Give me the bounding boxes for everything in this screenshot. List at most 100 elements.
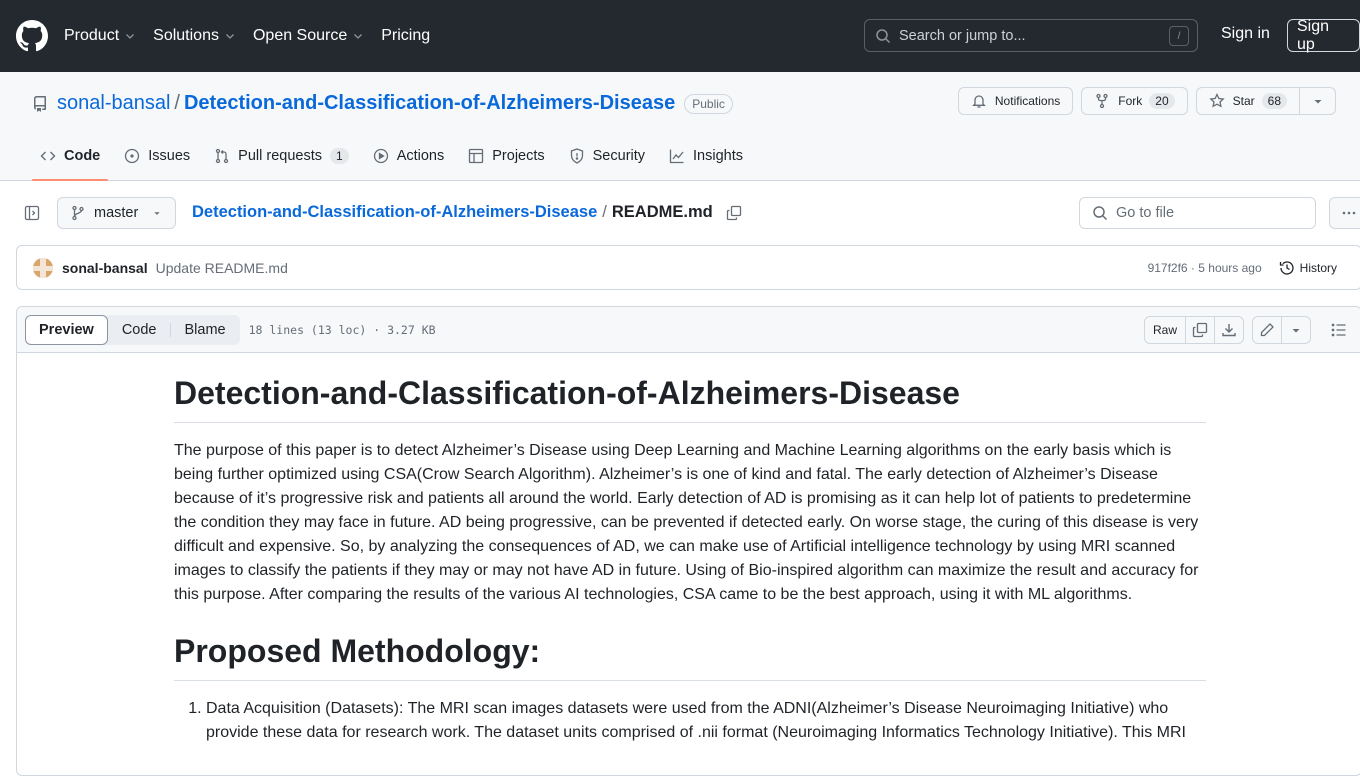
issue-icon (125, 148, 140, 164)
search-shortcut-key: / (1169, 26, 1189, 46)
nav-pricing[interactable]: Pricing (381, 27, 430, 45)
repo-tabs: Code Issues Pull requests 1 Actions Proj… (32, 132, 759, 181)
star-dropdown-button[interactable] (1300, 87, 1336, 115)
play-icon (373, 148, 388, 164)
triangle-down-icon (154, 212, 160, 215)
tab-projects[interactable]: Projects (460, 132, 552, 180)
file-navigation: master Detection-and-Classification-of-A… (0, 181, 1360, 243)
readme-title: Detection-and-Classification-of-Alzheime… (174, 373, 1206, 423)
nav-label: Pricing (381, 27, 431, 44)
table-icon (469, 148, 484, 164)
nav-label: Open Source (252, 27, 348, 44)
fork-count: 20 (1149, 93, 1175, 109)
tab-label: Actions (396, 148, 445, 164)
global-search-input[interactable]: Search or jump to... / (864, 19, 1198, 52)
tab-code[interactable]: Code (32, 132, 109, 181)
sign-up-button[interactable]: Sign up (1287, 18, 1360, 53)
star-count: 68 (1261, 93, 1287, 109)
repo-owner-link[interactable]: sonal-bansal (57, 92, 170, 115)
repo-actions: Notifications Fork 20 Star 68 (950, 87, 1336, 115)
global-header: Product Solutions Open Source Pricing Se… (0, 0, 1360, 72)
go-to-file-input[interactable]: Go to file (1079, 197, 1316, 229)
tab-label: Code (64, 148, 101, 164)
history-icon (1279, 260, 1294, 275)
tab-label: Pull requests (238, 148, 322, 164)
tab-label: Projects (492, 148, 545, 164)
tab-label: Security (592, 148, 646, 164)
readme-content: Detection-and-Classification-of-Alzheime… (174, 373, 1206, 745)
breadcrumb: Detection-and-Classification-of-Alzheime… (192, 203, 742, 222)
code-icon (40, 151, 56, 161)
search-placeholder: Search or jump to... (899, 27, 1026, 44)
fork-button[interactable]: Fork 20 (1081, 87, 1188, 115)
star-label: Star (1232, 94, 1255, 108)
pencil-icon (1260, 323, 1274, 337)
commit-author-link[interactable]: sonal-bansal (62, 260, 148, 276)
go-to-file-placeholder: Go to file (1116, 205, 1175, 221)
fork-icon (1096, 93, 1108, 109)
edit-actions-group (1252, 316, 1311, 344)
tab-label: Issues (148, 148, 191, 164)
visibility-badge: Public (684, 93, 733, 114)
sign-in-link[interactable]: Sign in (1221, 25, 1270, 43)
nav-solutions[interactable]: Solutions (153, 27, 236, 45)
download-button[interactable] (1215, 317, 1243, 343)
tab-preview[interactable]: Preview (25, 314, 108, 345)
file-info: 18 lines (13 loc) · 3.27 KB (248, 322, 436, 337)
nav-open-source[interactable]: Open Source (253, 27, 364, 45)
fork-label: Fork (1118, 94, 1143, 108)
breadcrumb-repo-link[interactable]: Detection-and-Classification-of-Alzheime… (192, 203, 597, 222)
nav-label: Product (64, 27, 120, 44)
raw-button[interactable]: Raw (1145, 317, 1186, 343)
tab-label: Insights (693, 148, 744, 164)
list-item: Data Acquisition (Datasets): The MRI sca… (206, 697, 1206, 745)
tab-pull-requests[interactable]: Pull requests 1 (206, 132, 357, 180)
kebab-horizontal-icon (1342, 211, 1356, 215)
more-options-button[interactable] (1329, 197, 1360, 229)
repo-icon (34, 95, 46, 112)
github-logo-icon[interactable] (16, 20, 48, 52)
repo-title: sonal-bansal / Detection-and-Classificat… (32, 92, 733, 115)
nav-product[interactable]: Product (64, 27, 136, 45)
list-unordered-icon (1331, 323, 1346, 337)
copy-icon[interactable] (726, 205, 742, 221)
repo-header: sonal-bansal / Detection-and-Classificat… (0, 72, 1360, 181)
tab-insights[interactable]: Insights (661, 132, 751, 180)
tab-actions[interactable]: Actions (365, 132, 453, 180)
notifications-label: Notifications (994, 94, 1061, 108)
history-button[interactable]: History (1279, 260, 1337, 276)
latest-commit-bar: sonal-bansal Update README.md 917f2f6 · … (16, 245, 1360, 290)
chevron-down-icon (226, 34, 234, 39)
branch-name: master (94, 205, 139, 221)
commit-hash-time[interactable]: 917f2f6 · 5 hours ago (1148, 261, 1262, 275)
tab-security[interactable]: Security (561, 132, 653, 180)
copy-icon (1192, 322, 1208, 338)
edit-dropdown-button[interactable] (1282, 317, 1310, 343)
star-icon (1208, 93, 1225, 108)
tab-code-view[interactable]: Code (108, 315, 171, 345)
branch-selector[interactable]: master (57, 197, 176, 229)
commit-message-link[interactable]: Update README.md (156, 260, 288, 276)
star-button[interactable]: Star 68 (1195, 87, 1300, 115)
global-nav: Product Solutions Open Source Pricing (64, 27, 447, 45)
file-viewer: Preview Code Blame 18 lines (13 loc) · 3… (16, 306, 1360, 776)
tab-blame[interactable]: Blame (171, 315, 240, 345)
pull-request-icon (216, 148, 229, 164)
repo-name-link[interactable]: Detection-and-Classification-of-Alzheime… (184, 92, 675, 115)
raw-actions-group: Raw (1143, 316, 1244, 344)
sidebar-expand-icon[interactable] (24, 205, 40, 221)
history-label: History (1299, 260, 1337, 275)
outline-button[interactable] (1325, 316, 1353, 344)
edit-button[interactable] (1253, 317, 1282, 343)
chevron-down-icon (126, 34, 135, 39)
pull-requests-count: 1 (330, 148, 349, 164)
branch-icon (72, 205, 84, 221)
notifications-button[interactable]: Notifications (957, 87, 1074, 115)
search-icon (1093, 206, 1108, 221)
search-icon (876, 28, 891, 43)
readme-intro-paragraph: The purpose of this paper is to detect A… (174, 442, 1199, 603)
copy-raw-button[interactable] (1186, 317, 1215, 343)
tab-issues[interactable]: Issues (116, 132, 198, 180)
avatar[interactable] (33, 257, 53, 278)
chevron-down-icon (354, 34, 363, 39)
